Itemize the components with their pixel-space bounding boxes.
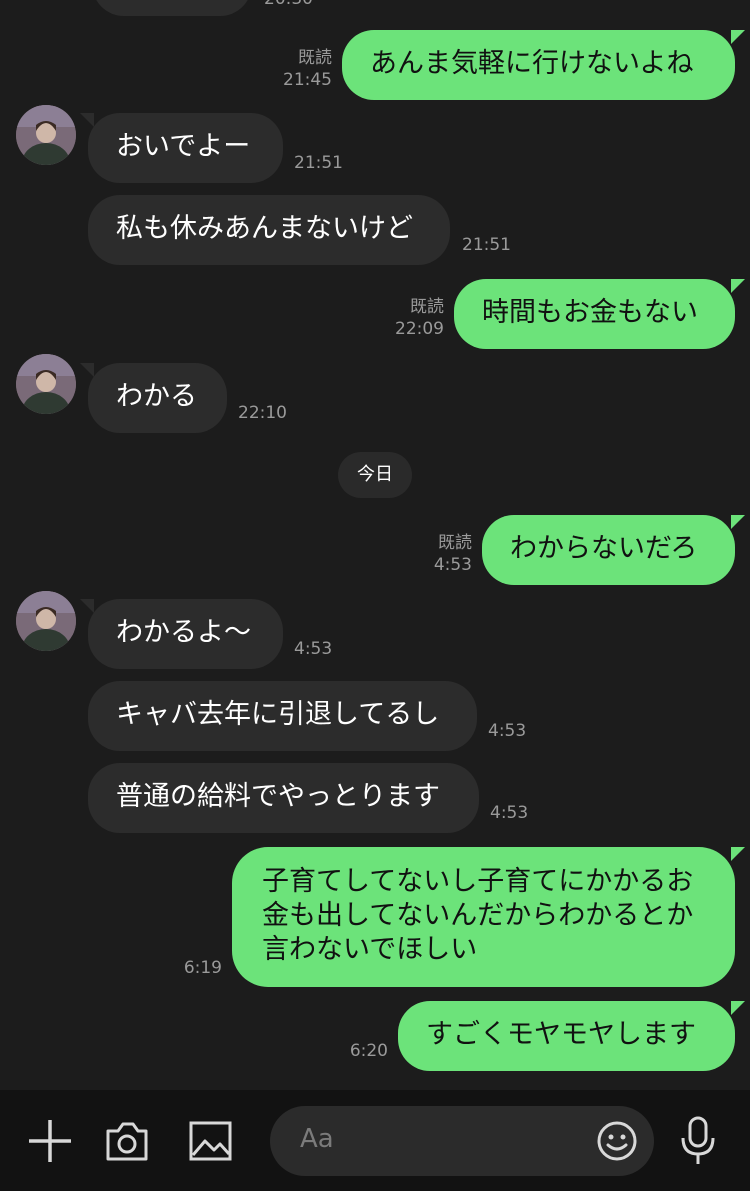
bubble-tail	[731, 279, 745, 293]
message-bubble-outgoing[interactable]: 子育てしてないし子育てにかかるお金も出してないんだからわかるとか言わないでほしい	[232, 847, 735, 987]
message-text: 私も休みあんまないけど	[116, 213, 413, 244]
message-time: 6:19	[183, 958, 222, 978]
message-text: 子育てしてないし子育てにかかるお金も出してないんだからわかるとか言わないでほしい	[262, 866, 694, 965]
contact-avatar[interactable]	[16, 354, 76, 414]
message-time: 4:53	[433, 555, 472, 575]
message-bubble-incoming[interactable]: おいでよー	[88, 113, 283, 183]
bubble-tail	[731, 1001, 745, 1015]
message-text: 普通の給料でやっとります	[116, 781, 440, 812]
message-time: 22:10	[238, 403, 287, 423]
read-receipt: 既読	[410, 297, 444, 317]
message-text: キャバ去年に引退してるし	[116, 699, 440, 730]
read-receipt: 既読	[438, 533, 472, 553]
contact-avatar[interactable]	[16, 105, 76, 165]
date-divider: 今日	[338, 452, 412, 498]
bubble-tail	[731, 30, 745, 44]
message-time: 21:51	[462, 235, 511, 255]
message-bubble-outgoing[interactable]: 時間もお金もない	[454, 279, 735, 349]
avatar-image	[16, 591, 76, 651]
input-placeholder: Aa	[300, 1124, 334, 1154]
message-time: 20:30	[264, 0, 313, 10]
message-text: すごくモヤモヤします	[426, 1019, 696, 1050]
message-text: あんま気軽に行けないよね	[370, 48, 694, 79]
message-bubble-incoming[interactable]: 普通の給料でやっとります	[88, 763, 479, 833]
avatar-image	[16, 105, 76, 165]
message-bubble-incoming[interactable]: 私も休みあんまないけど	[88, 195, 450, 265]
message-bubble-outgoing[interactable]: すごくモヤモヤします	[398, 1001, 735, 1071]
message-read-time: 既読 4:53	[392, 532, 472, 576]
message-time: 22:09	[395, 319, 444, 339]
message-text: 時間もお金もない	[482, 297, 698, 328]
avatar-image	[16, 354, 76, 414]
message-bubble-outgoing[interactable]: わからないだろ	[482, 515, 735, 585]
bubble-tail	[80, 599, 94, 613]
microphone-icon[interactable]	[678, 1114, 718, 1166]
message-text: わからないだろ	[510, 533, 698, 564]
message-text: おいでよー	[116, 131, 251, 162]
bubble-tail	[731, 515, 745, 529]
message-text: わかるよ〜	[116, 617, 251, 648]
plus-icon[interactable]	[27, 1118, 73, 1164]
message-bubble-incoming[interactable]: キャバ去年に引退してるし	[88, 681, 477, 751]
message-read-time: 既読 21:45	[252, 47, 332, 91]
message-time: 21:45	[283, 70, 332, 90]
message-time: 4:53	[294, 639, 333, 659]
bubble-tail	[80, 113, 94, 127]
bubble-tail	[80, 363, 94, 377]
chat-history[interactable]: 20:30 既読 21:45 あんま気軽に行けないよね おいでよー 21:51 …	[0, 0, 750, 1090]
message-time: 4:53	[488, 721, 527, 741]
emoji-icon[interactable]	[596, 1120, 638, 1162]
message-bubble-outgoing[interactable]: あんま気軽に行けないよね	[342, 30, 735, 100]
message-input[interactable]: Aa	[270, 1106, 654, 1176]
message-bubble-partial[interactable]	[92, 0, 252, 16]
message-time: 6:20	[349, 1041, 388, 1061]
message-text: わかる	[116, 381, 197, 412]
read-receipt: 既読	[298, 48, 332, 68]
message-read-time: 既読 22:09	[364, 296, 444, 340]
image-icon[interactable]	[188, 1119, 234, 1163]
contact-avatar[interactable]	[16, 591, 76, 651]
message-bubble-incoming[interactable]: わかる	[88, 363, 227, 433]
camera-icon[interactable]	[104, 1119, 150, 1163]
bubble-tail	[731, 847, 745, 861]
message-time: 4:53	[490, 803, 529, 823]
message-bubble-incoming[interactable]: わかるよ〜	[88, 599, 283, 669]
message-time: 21:51	[294, 153, 343, 173]
